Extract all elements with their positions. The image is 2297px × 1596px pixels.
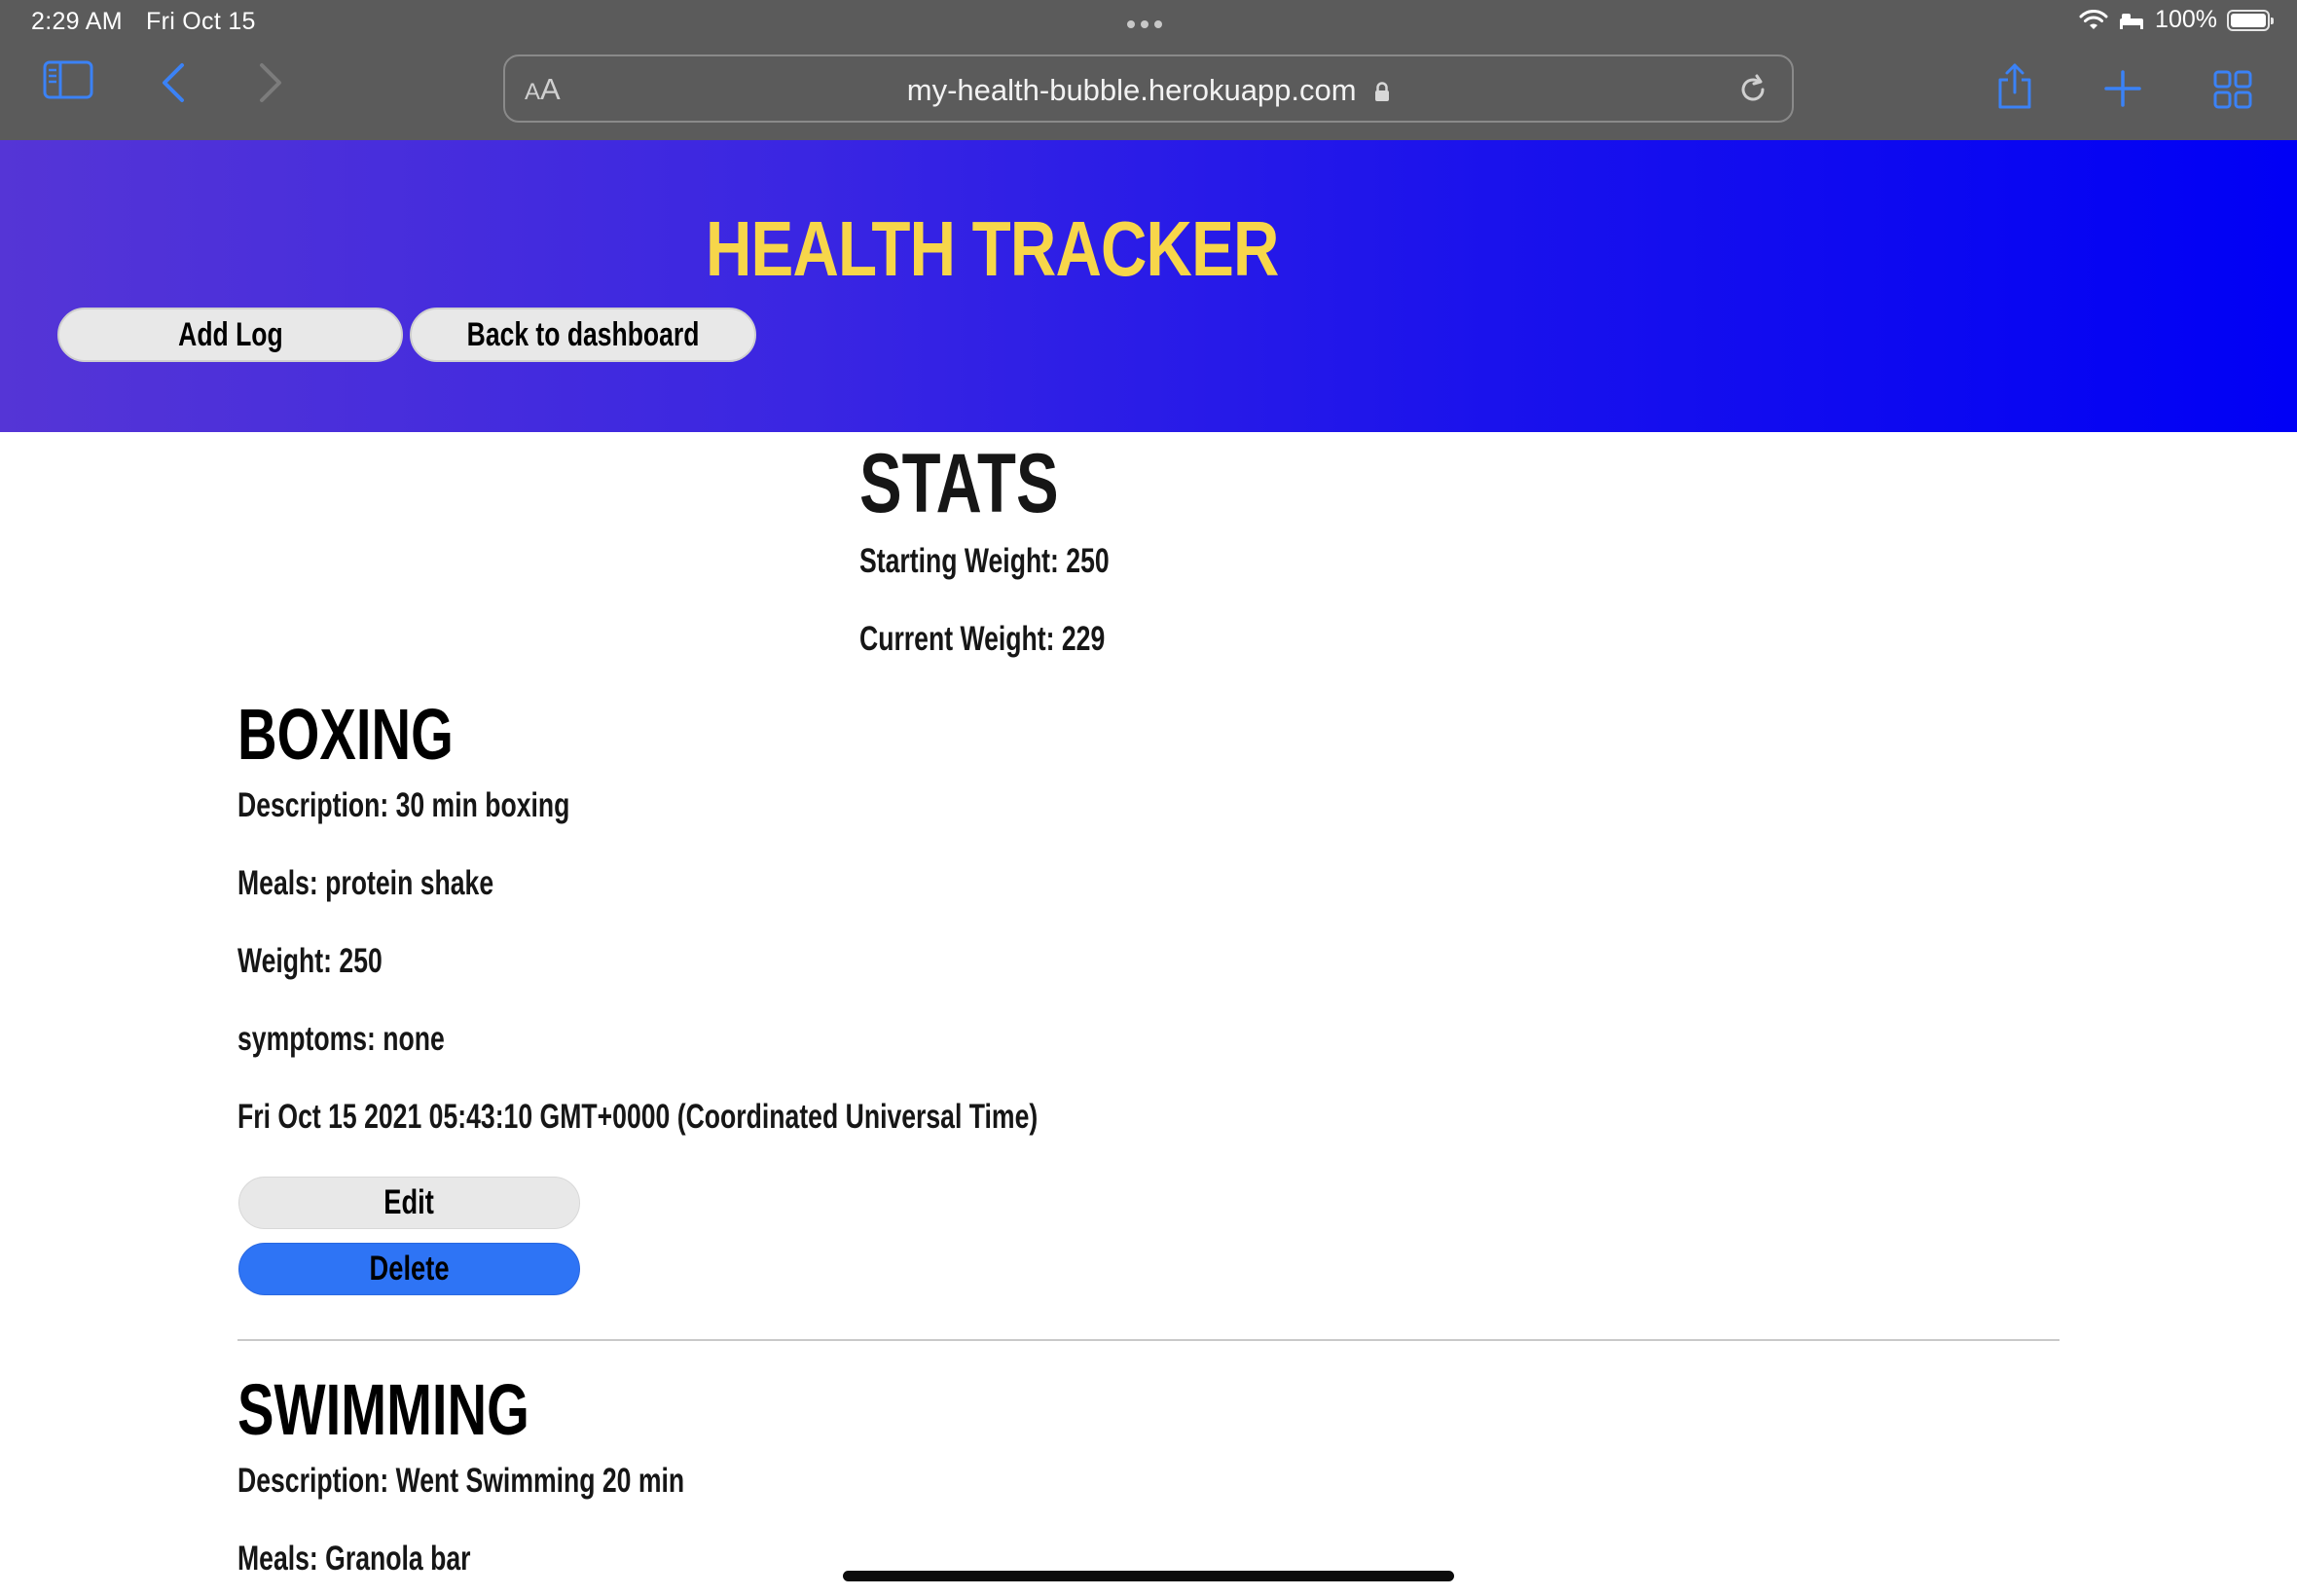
browser-chrome: 2:29 AM Fri Oct 15 100% AA my-health-bub… (0, 0, 2297, 140)
tabs-overview-icon[interactable] (2213, 70, 2252, 109)
log-meals: Meals: Granola bar (237, 1540, 471, 1578)
log-meals: Meals: protein shake (237, 864, 494, 902)
share-icon[interactable] (1994, 62, 2035, 111)
multitasking-dots-icon[interactable] (1127, 20, 1162, 28)
starting-weight: Starting Weight: 250 (859, 542, 1110, 580)
address-bar[interactable]: AA my-health-bubble.herokuapp.com (503, 54, 1794, 123)
log-title: BOXING (237, 694, 454, 775)
home-indicator[interactable] (843, 1571, 1454, 1581)
status-indicators: 100% (2079, 6, 2274, 34)
url-text[interactable]: my-health-bubble.herokuapp.com (505, 73, 1792, 110)
add-log-button[interactable]: Add Log (57, 308, 403, 362)
edit-button[interactable]: Edit (238, 1177, 580, 1229)
entry-divider (237, 1339, 2060, 1341)
wifi-icon (2079, 9, 2108, 29)
log-title: SWIMMING (237, 1369, 529, 1450)
log-weight: Weight: 250 (237, 942, 383, 980)
delete-button[interactable]: Delete (238, 1243, 580, 1295)
log-description: Description: Went Swimming 20 min (237, 1462, 685, 1500)
log-timestamp: Fri Oct 15 2021 05:43:10 GMT+0000 (Coord… (237, 1098, 1039, 1136)
new-tab-icon[interactable] (2104, 70, 2141, 107)
status-date: Fri Oct 15 (146, 8, 256, 35)
status-time: 2:29 AM (31, 8, 123, 35)
battery-icon (2227, 9, 2274, 31)
reload-icon[interactable] (1735, 72, 1770, 112)
stats-heading: STATS (859, 437, 1059, 530)
battery-percentage: 100% (2155, 6, 2217, 33)
page-header: HEALTH TRACKER Add Log Back to dashboard (0, 140, 2297, 432)
lock-icon (1374, 75, 1390, 110)
current-weight: Current Weight: 229 (859, 620, 1106, 658)
log-symptoms: symptoms: none (237, 1020, 445, 1058)
back-to-dashboard-button[interactable]: Back to dashboard (410, 308, 756, 362)
forward-arrow-icon[interactable] (258, 62, 283, 103)
page-title: HEALTH TRACKER (706, 205, 1279, 292)
sidebar-icon[interactable] (43, 60, 93, 99)
back-arrow-icon[interactable] (161, 62, 186, 103)
bed-icon (2120, 13, 2144, 29)
log-description: Description: 30 min boxing (237, 786, 570, 824)
